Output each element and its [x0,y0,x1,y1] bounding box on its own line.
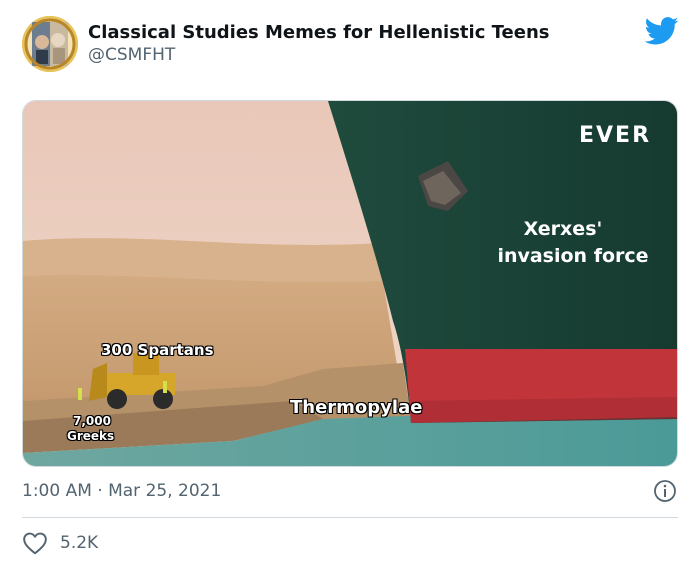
bank-caption: Thermopylae [290,397,423,418]
like-count: 5.2K [60,533,99,553]
worker-figure [78,388,82,400]
ship-name-label: EVER [579,123,652,148]
info-icon[interactable] [653,479,677,503]
ship-caption-line2: invasion force [497,245,649,267]
worker-figure [163,381,167,393]
loader-caption: 300 Spartans [101,341,214,359]
workers-caption-line2: Greeks [67,429,115,443]
workers-caption-line1: 7,000 [73,414,111,428]
avatar[interactable] [22,16,78,72]
tweet-timestamp[interactable]: 1:00 AM · Mar 25, 2021 [22,481,221,501]
twitter-bird-icon[interactable] [645,17,679,45]
tweet-media-image[interactable]: EVER Xerxes' invasion force 300 Spartans… [22,100,678,467]
avatar-image [22,16,78,72]
display-name[interactable]: Classical Studies Memes for Hellenistic … [88,22,549,43]
divider [22,517,678,518]
heart-icon[interactable] [22,531,48,555]
tweet-card: Classical Studies Memes for Hellenistic … [0,0,700,570]
ship-caption-line1: Xerxes' [523,218,603,240]
user-handle[interactable]: @CSMFHT [88,45,175,65]
